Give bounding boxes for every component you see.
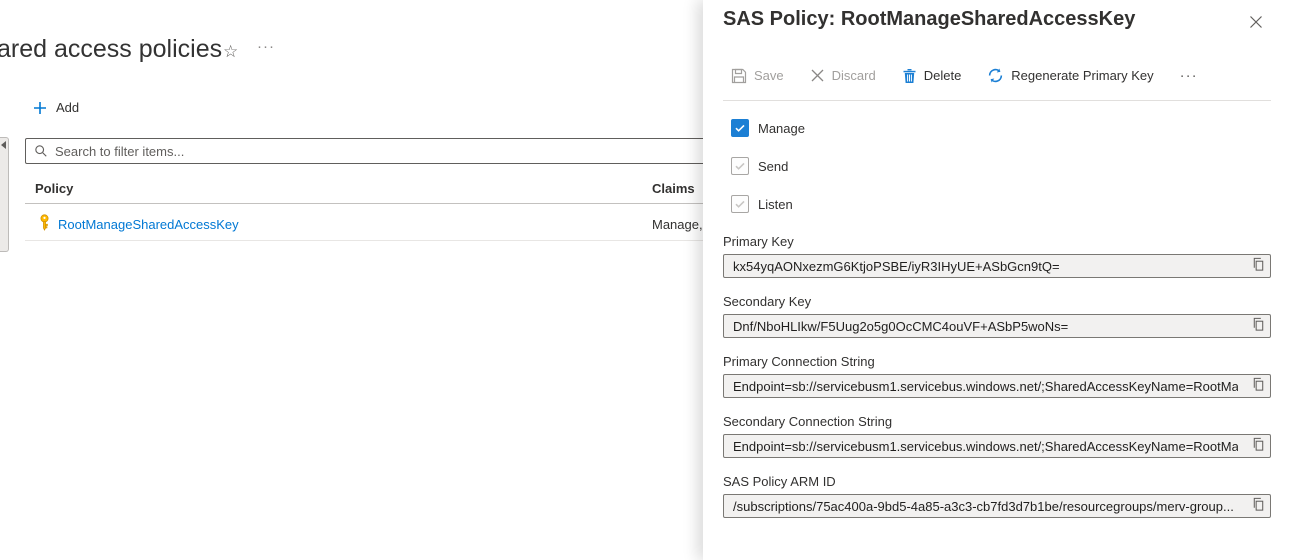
column-header-policy[interactable]: Policy: [35, 181, 73, 196]
copy-icon[interactable]: [1249, 497, 1267, 515]
send-checkbox-label: Send: [758, 159, 788, 174]
regenerate-primary-key-button[interactable]: Regenerate Primary Key: [987, 67, 1153, 84]
favorite-star-icon[interactable]: ☆: [223, 42, 238, 62]
copy-icon[interactable]: [1249, 257, 1267, 275]
table-row-divider: [25, 240, 741, 241]
sas-policy-arm-id-label: SAS Policy ARM ID: [723, 474, 1271, 489]
sas-policy-arm-id-input[interactable]: [723, 494, 1271, 518]
search-filter[interactable]: [25, 138, 726, 164]
secondary-connection-string-label: Secondary Connection String: [723, 414, 1271, 429]
table-header-divider: [25, 203, 741, 204]
primary-connection-string-field: Primary Connection String: [723, 354, 1271, 398]
save-label: Save: [754, 68, 784, 83]
close-icon[interactable]: [1247, 14, 1265, 32]
copy-icon[interactable]: [1249, 437, 1267, 455]
trash-icon: [902, 68, 917, 84]
pane-collapse-handle[interactable]: [0, 137, 9, 252]
policy-row-link[interactable]: RootManageSharedAccessKey: [58, 217, 239, 232]
panel-title: SAS Policy: RootManageSharedAccessKey: [723, 8, 1135, 31]
secondary-key-field: Secondary Key: [723, 294, 1271, 338]
primary-connection-string-input[interactable]: [723, 374, 1271, 398]
manage-checkbox-label: Manage: [758, 121, 805, 136]
page-title: ared access policies: [0, 35, 222, 64]
azure-portal-screen: ared access policies ☆ ··· Add Policy Cl…: [0, 0, 1289, 560]
send-checkbox: Send: [731, 157, 788, 175]
copy-icon[interactable]: [1249, 377, 1267, 395]
primary-key-label: Primary Key: [723, 234, 1271, 249]
primary-key-input[interactable]: [723, 254, 1271, 278]
add-button[interactable]: Add: [33, 100, 79, 115]
plus-icon: [33, 101, 47, 115]
search-icon: [34, 144, 48, 158]
copy-icon[interactable]: [1249, 317, 1267, 335]
listen-checkbox-label: Listen: [758, 197, 793, 212]
refresh-icon: [987, 67, 1004, 84]
toolbar-divider: [723, 100, 1271, 101]
discard-x-icon: [810, 68, 825, 83]
listen-checkbox: Listen: [731, 195, 793, 213]
checkbox-disabled-checked-icon: [731, 157, 749, 175]
secondary-key-label: Secondary Key: [723, 294, 1271, 309]
policy-row-claims: Manage,: [652, 217, 703, 232]
collapse-arrow-icon: [1, 141, 6, 149]
discard-button[interactable]: Discard: [810, 68, 876, 83]
secondary-connection-string-field: Secondary Connection String: [723, 414, 1271, 458]
primary-key-field: Primary Key: [723, 234, 1271, 278]
primary-connection-string-label: Primary Connection String: [723, 354, 1271, 369]
secondary-key-input[interactable]: [723, 314, 1271, 338]
discard-label: Discard: [832, 68, 876, 83]
manage-checkbox[interactable]: Manage: [731, 119, 805, 137]
add-button-label: Add: [56, 100, 79, 115]
toolbar-more-icon[interactable]: ···: [1180, 67, 1198, 84]
column-header-claims[interactable]: Claims: [652, 181, 695, 196]
checkbox-checked-icon: [731, 119, 749, 137]
key-icon: [37, 214, 52, 231]
save-button[interactable]: Save: [731, 68, 784, 84]
secondary-connection-string-input[interactable]: [723, 434, 1271, 458]
delete-button[interactable]: Delete: [902, 68, 962, 84]
checkbox-disabled-checked-icon: [731, 195, 749, 213]
save-icon: [731, 68, 747, 84]
sas-policy-panel: SAS Policy: RootManageSharedAccessKey Sa…: [703, 0, 1289, 560]
delete-label: Delete: [924, 68, 962, 83]
blade-more-icon[interactable]: ···: [257, 38, 275, 55]
panel-toolbar: Save Discard Delete: [731, 67, 1198, 84]
sas-policy-arm-id-field: SAS Policy ARM ID: [723, 474, 1271, 518]
search-input[interactable]: [55, 144, 717, 159]
regenerate-label: Regenerate Primary Key: [1011, 68, 1153, 83]
